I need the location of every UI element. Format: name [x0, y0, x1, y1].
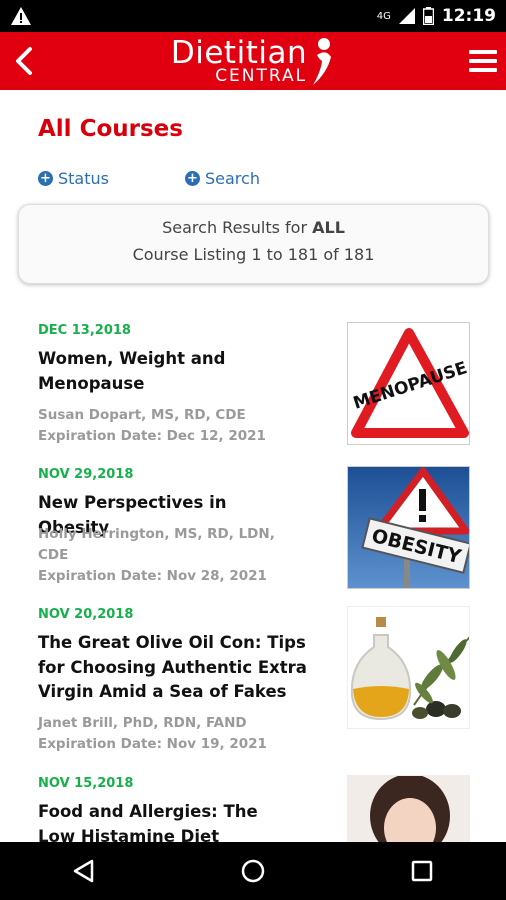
course-author: Holly Herrington, MS, RD, LDN, CDE: [38, 526, 275, 563]
course-title[interactable]: The Great Olive Oil Con: Tips for Choosi…: [38, 631, 308, 705]
signal-icon: [398, 8, 415, 24]
results-listing: Course Listing 1 to 181 of 181: [132, 245, 375, 264]
status-bar: 4G 12:19: [0, 0, 506, 32]
course-thumbnail-obesity[interactable]: OBESITY: [347, 466, 470, 589]
course-thumbnail-olive-oil[interactable]: [347, 606, 470, 729]
logo-figure-icon: [313, 38, 332, 85]
logo-sub-text: CENTRAL: [215, 65, 308, 86]
course-date: NOV 20,2018: [38, 607, 134, 622]
status-filter-label: Status: [58, 169, 109, 188]
hamburger-menu-icon[interactable]: [468, 46, 498, 76]
clock: 12:19: [441, 6, 496, 26]
status-filter-button[interactable]: + Status: [38, 169, 109, 188]
course-expiration: Expiration Date: Dec 12, 2021: [38, 428, 266, 444]
content-area: All Courses + Status + Search Search Res…: [0, 90, 506, 842]
course-date: DEC 13,2018: [38, 323, 131, 338]
search-results-box: Search Results for ALL Course Listing 1 …: [18, 204, 489, 284]
battery-icon: [422, 7, 434, 25]
app-bar: Dietitian CENTRAL: [0, 32, 506, 90]
results-query: ALL: [312, 218, 345, 237]
plus-circle-icon: +: [185, 171, 200, 186]
course-expiration: Expiration Date: Nov 28, 2021: [38, 568, 267, 584]
course-title[interactable]: Women, Weight and Menopause: [38, 347, 298, 396]
network-type: 4G: [376, 10, 391, 22]
search-filter-button[interactable]: + Search: [185, 169, 260, 188]
dietitian-central-logo: Dietitian CENTRAL: [171, 35, 335, 87]
back-arrow-icon[interactable]: [6, 41, 42, 81]
logo-main-text: Dietitian: [170, 34, 308, 71]
results-prefix: Search Results for: [162, 218, 313, 237]
warning-icon: [11, 7, 31, 25]
course-author: Janet Brill, PhD, RDN, FAND: [38, 715, 247, 731]
search-filter-label: Search: [205, 169, 260, 188]
course-expiration: Expiration Date: Nov 19, 2021: [38, 736, 267, 752]
course-title[interactable]: Food and Allergies: The Low Histamine Di…: [38, 800, 298, 842]
back-triangle-icon[interactable]: [72, 859, 96, 883]
page-title: All Courses: [38, 116, 183, 142]
course-thumbnail-menopause[interactable]: MENOPAUSE: [347, 322, 470, 445]
plus-circle-icon: +: [38, 171, 53, 186]
course-author: Susan Dopart, MS, RD, CDE: [38, 407, 246, 423]
recents-square-icon[interactable]: [410, 859, 434, 883]
course-date: NOV 15,2018: [38, 776, 134, 791]
home-circle-icon[interactable]: [241, 859, 265, 883]
system-navigation-bar: [0, 842, 506, 900]
course-date: NOV 29,2018: [38, 467, 134, 482]
course-thumbnail-allergies[interactable]: [347, 775, 470, 842]
